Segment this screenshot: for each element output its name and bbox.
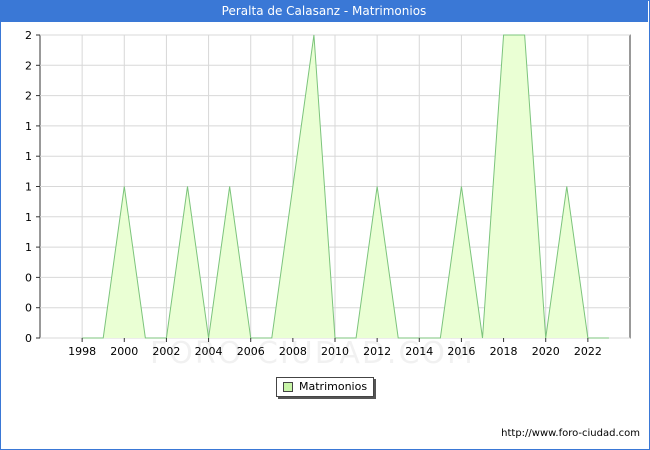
- source-url: http://www.foro-ciudad.com: [501, 428, 640, 439]
- y-tick-label: 1: [25, 211, 32, 224]
- y-tick-label: 0: [25, 271, 32, 284]
- legend-swatch: [283, 382, 293, 392]
- y-tick-label: 1: [25, 181, 32, 194]
- legend-label: Matrimonios: [299, 380, 368, 393]
- y-tick-label: 1: [25, 120, 32, 133]
- x-tick-label: 2022: [574, 345, 602, 358]
- y-tick-label: 1: [25, 241, 32, 254]
- legend: Matrimonios: [276, 377, 375, 397]
- y-tick-label: 2: [25, 59, 32, 72]
- watermark: FORO-CIUDAD.COM: [150, 336, 475, 371]
- y-tick-label: 0: [25, 302, 32, 315]
- x-tick-label: 2000: [110, 345, 138, 358]
- x-tick-label: 1998: [68, 345, 96, 358]
- y-tick-label: 0: [25, 332, 32, 345]
- x-tick-label: 2020: [532, 345, 560, 358]
- y-axis-ticks: 0 0 0 1 1 1 1 1 2 2 2: [25, 29, 40, 345]
- y-tick-label: 1: [25, 150, 32, 163]
- y-tick-label: 2: [25, 90, 32, 103]
- x-tick-label: 2018: [490, 345, 518, 358]
- y-tick-label: 2: [25, 29, 32, 42]
